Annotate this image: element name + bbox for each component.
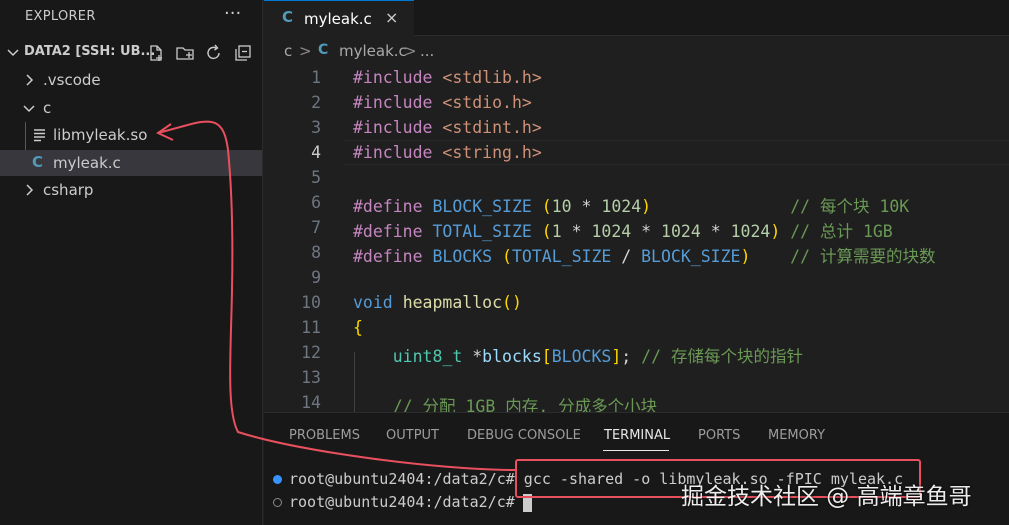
line-text: // 分配 1GB 内存, 分成多个小块 [392,397,658,412]
breadcrumb-more[interactable]: ... [420,42,434,60]
new-folder-icon[interactable] [175,43,195,63]
line-number: 2 [311,93,321,112]
code-line[interactable]: 9 [264,265,1009,290]
tree-file-libmyleak[interactable]: libmyleak.so [0,122,262,148]
success-dot-icon [273,475,282,484]
watermark: 掘金技术社区 @ 高端章鱼哥 [681,484,972,510]
line-number: 1 [311,68,321,87]
line-text: #include <stdint.h> [353,118,542,137]
terminal-prompt: root@ubuntu2404:/data2/c# [289,470,515,488]
terminal-prompt: root@ubuntu2404:/data2/c# [289,493,515,511]
breadcrumb-file[interactable]: myleak.c [339,42,407,60]
tree-label: csharp [43,181,94,199]
tree-label: myleak.c [53,154,121,172]
line-number: 9 [311,268,321,287]
code-line[interactable]: 13 [264,365,1009,390]
line-number: 6 [311,193,321,212]
close-icon[interactable]: × [385,8,398,27]
tree-file-myleak-c[interactable]: C myleak.c [0,150,262,176]
tree-label: .vscode [43,71,101,89]
tree-label: libmyleak.so [53,126,148,144]
workspace-header[interactable]: DATA2 [SSH: UB... [0,40,262,65]
refresh-icon[interactable] [204,43,224,63]
line-number: 13 [301,368,321,387]
line-number: 8 [311,243,321,262]
tree-folder-vscode[interactable]: .vscode [0,67,262,93]
chevron-right-icon [26,184,34,196]
breadcrumb-separator: > [299,42,312,60]
line-text: #include <stdio.h> [353,93,532,112]
line-number: 7 [311,218,321,237]
more-actions-icon[interactable]: ··· [224,3,241,24]
code-line[interactable]: 7 #define TOTAL_SIZE (1 * 1024 * 1024 * 1… [264,215,1009,241]
code-line[interactable]: 2 #include <stdio.h> [264,90,1009,115]
vscode-window: EXPLORER ··· DATA2 [SSH: UB... .vscode c… [0,0,1009,525]
code-line[interactable]: 14 // 分配 1GB 内存, 分成多个小块 [264,390,1009,412]
code-editor[interactable]: 1 #include <stdlib.h> 2 #include <stdio.h> 3… [264,65,1009,412]
line-text: uint8_t *blocks[BLOCKS]; // 存储每个块的指针 [392,347,803,366]
new-file-icon[interactable] [146,43,166,63]
code-line[interactable]: 1 #include <stdlib.h> [264,65,1009,90]
terminal-output: root@ubuntu2404:/data2/c# [289,493,524,511]
workspace-label: DATA2 [SSH: UB... [24,44,156,59]
code-line[interactable]: 5 [264,165,1009,190]
tab-myleak-c[interactable]: C myleak.c × [264,0,414,36]
code-line[interactable]: 8 #define BLOCKS (TOTAL_SIZE / BLOCK_SIZE… [264,240,1009,266]
chevron-down-icon [23,105,35,113]
tab-debug-console[interactable]: DEBUG CONSOLE [467,428,581,443]
line-number: 11 [301,318,321,337]
line-number: 5 [311,168,321,187]
line-text: #include <string.h> [353,143,542,162]
tab-problems[interactable]: PROBLEMS [289,428,360,443]
lines-file-icon [34,129,45,142]
code-line[interactable]: 3 #include <stdint.h> [264,115,1009,140]
line-number: 14 [301,393,321,412]
line-number: 3 [311,118,321,137]
line-number: 12 [301,343,321,362]
breadcrumb-folder[interactable]: c [284,42,292,60]
line-number: 10 [301,293,321,312]
code-line[interactable]: 12 uint8_t *blocks[BLOCKS]; // 存储每个块的指针 [264,340,1009,366]
tree-folder-c[interactable]: c [0,95,262,121]
line-text: #define TOTAL_SIZE (1 * 1024 * 1024 * 10… [353,222,893,241]
idle-dot-icon [273,498,282,507]
code-line[interactable]: 10 void heapmalloc() [264,290,1009,315]
line-text: #include <stdlib.h> [353,68,542,87]
chevron-right-icon [26,74,34,86]
line-text: { [353,318,363,337]
explorer-sidebar: EXPLORER ··· DATA2 [SSH: UB... .vscode c… [0,0,263,525]
chevron-down-icon [7,49,19,57]
c-file-icon: C [318,42,329,58]
active-tab-indicator [603,450,669,451]
line-number: 4 [311,143,321,162]
breadcrumb-separator: > [404,42,417,60]
tab-label: myleak.c [304,10,372,28]
tab-memory[interactable]: MEMORY [768,428,825,443]
tree-folder-csharp[interactable]: csharp [0,177,262,203]
c-file-icon: C [32,153,44,171]
code-line[interactable]: 6 #define BLOCK_SIZE (10 * 1024) // 每个块 1… [264,190,1009,216]
c-file-icon: C [282,8,294,26]
tab-ports[interactable]: PORTS [698,428,740,443]
collapse-all-icon[interactable] [233,43,253,63]
tab-output[interactable]: OUTPUT [386,428,439,443]
code-line[interactable]: 11 { [264,315,1009,340]
code-line[interactable]: 4 #include <string.h> [264,140,1009,165]
editor-tab-bar: C myleak.c × [264,0,1009,36]
tree-label: c [43,99,52,117]
tab-terminal[interactable]: TERMINAL [604,428,670,443]
line-text: #define BLOCKS (TOTAL_SIZE / BLOCK_SIZE)… [353,247,936,266]
line-text: void heapmalloc() [353,293,522,312]
explorer-title: EXPLORER [25,9,96,24]
line-text: #define BLOCK_SIZE (10 * 1024) // 每个块 10… [353,197,910,216]
